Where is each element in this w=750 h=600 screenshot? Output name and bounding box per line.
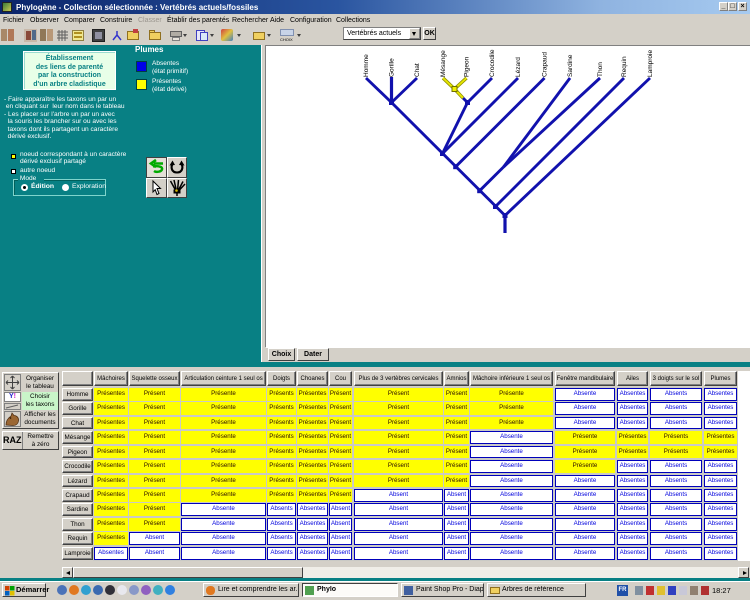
svg-text:Sardine: Sardine [567, 54, 574, 77]
svg-text:Thon: Thon [597, 62, 604, 77]
svg-text:Chat: Chat [414, 63, 421, 77]
svg-text:Pigeon: Pigeon [464, 56, 471, 77]
svg-text:Lézard: Lézard [515, 57, 522, 77]
svg-text:Crapaud: Crapaud [542, 52, 549, 77]
svg-text:Crocodile: Crocodile [489, 49, 496, 77]
svg-text:Gorille: Gorille [389, 58, 396, 77]
svg-text:Mésange: Mésange [440, 50, 447, 77]
svg-text:Requin: Requin [621, 56, 628, 77]
svg-text:Homme: Homme [363, 54, 370, 77]
svg-text:Lamproie: Lamproie [647, 50, 654, 77]
